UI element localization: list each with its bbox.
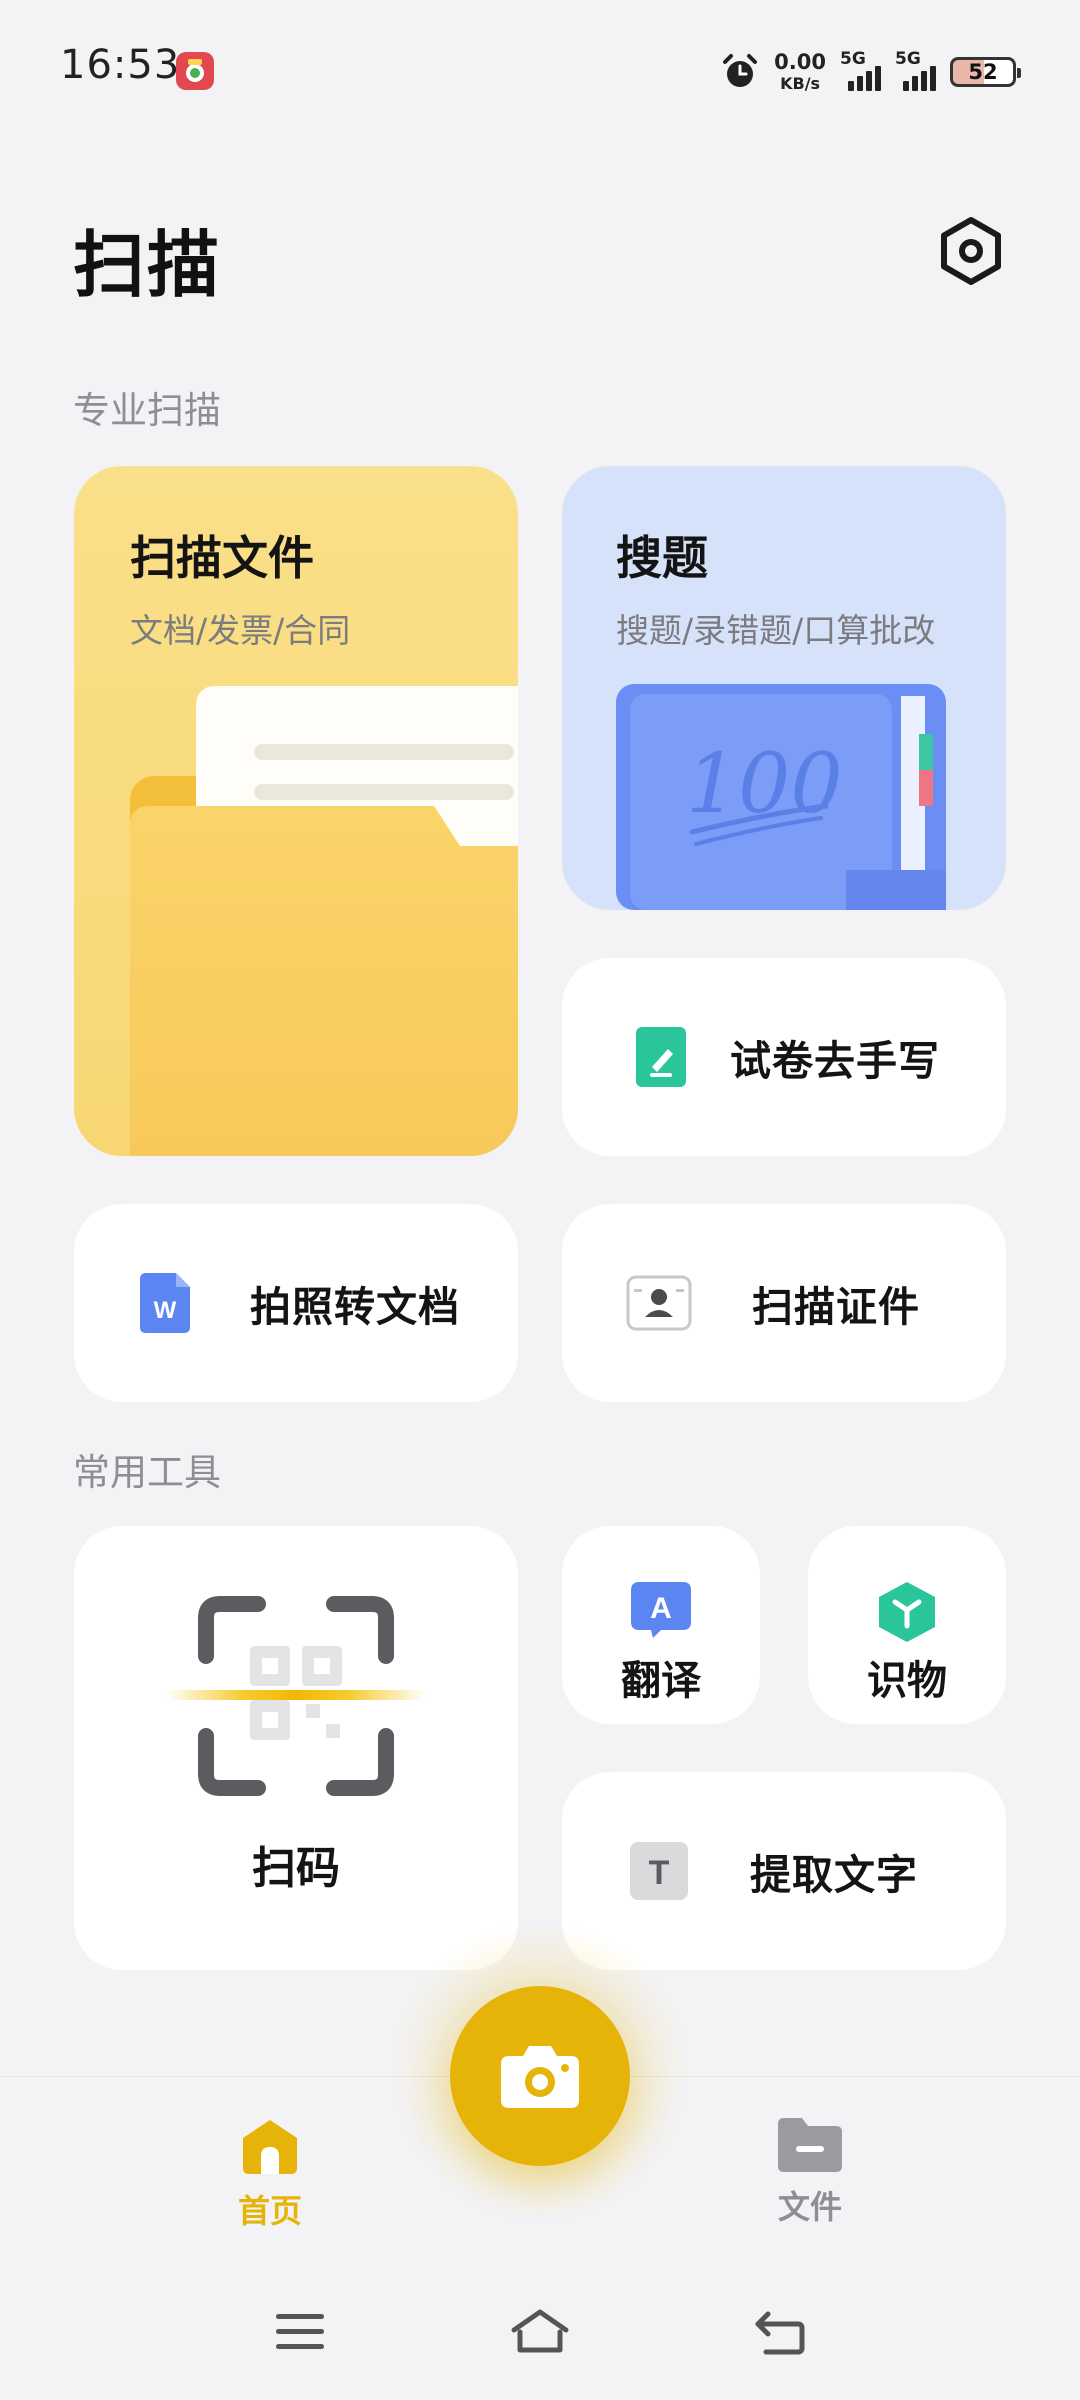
search-question-title: 搜题 — [616, 531, 708, 585]
search-question-subtitle: 搜题/录错题/口算批改 — [616, 611, 936, 650]
scan-code-card[interactable]: 扫码 — [74, 1526, 518, 1970]
cube-icon — [879, 1582, 935, 1642]
search-question-card[interactable]: 搜题 搜题/录错题/口算批改 100 — [562, 466, 1006, 910]
scan-document-subtitle: 文档/发票/合同 — [130, 611, 351, 650]
identify-object-card[interactable]: 识物 — [808, 1526, 1006, 1724]
camera-button[interactable] — [450, 1986, 630, 2166]
signal-2-label: 5G — [895, 49, 921, 69]
scan-document-card[interactable]: 扫描文件 文档/发票/合同 — [74, 466, 518, 1156]
page-title: 扫描 — [73, 223, 222, 307]
battery-level: 52 — [968, 60, 998, 84]
remove-handwriting-card[interactable]: 试卷去手写 — [562, 958, 1006, 1156]
signal-1-label: 5G — [840, 49, 866, 69]
nav-home-label: 首页 — [237, 2192, 302, 2230]
eraser-pen-icon — [636, 1027, 686, 1087]
status-time: 16:53 — [60, 42, 181, 88]
settings-button[interactable] — [940, 216, 1002, 286]
text-extract-icon: T — [630, 1842, 688, 1900]
scan-document-title: 扫描文件 — [130, 531, 314, 585]
photo-to-document-label: 拍照转文档 — [250, 1283, 460, 1331]
battery-icon: 52 — [950, 57, 1021, 87]
section-label-pro-scan: 专业扫描 — [73, 389, 221, 432]
word-document-icon: W — [140, 1273, 190, 1333]
home-icon — [243, 2120, 297, 2174]
settings-hexagon-icon — [941, 217, 1001, 285]
scan-code-label: 扫码 — [252, 1843, 340, 1894]
network-speed-value: 0.00 — [774, 50, 826, 74]
translate-label: 翻译 — [621, 1658, 701, 1704]
network-speed-unit: KB/s — [780, 74, 821, 93]
id-card-icon — [626, 1275, 692, 1331]
nav-files-label: 文件 — [777, 2188, 842, 2226]
word-icon-letter: W — [154, 1297, 177, 1324]
text-icon-letter: T — [649, 1854, 670, 1892]
extract-text-label: 提取文字 — [750, 1851, 918, 1899]
translate-card[interactable]: A 翻译 — [562, 1526, 760, 1724]
section-label-tools: 常用工具 — [73, 1451, 221, 1494]
status-indicators: 0.00 KB/s 5G 5G 52 — [720, 46, 1021, 98]
translate-icon-letter: A — [650, 1592, 672, 1625]
network-speed: 0.00 KB/s — [774, 52, 826, 92]
nav-home[interactable]: 首页 — [200, 2118, 340, 2232]
home-system-icon[interactable] — [510, 2308, 570, 2356]
folder-icon — [778, 2118, 842, 2172]
photo-to-document-card[interactable]: W 拍照转文档 — [74, 1204, 518, 1402]
menu-icon[interactable] — [276, 2312, 324, 2352]
signal-1-icon: 5G — [840, 49, 881, 91]
alarm-icon — [723, 54, 758, 87]
camera-icon — [501, 2046, 579, 2108]
folder-illustration-icon — [130, 686, 518, 1156]
scan-id-label: 扫描证件 — [752, 1283, 920, 1331]
notebook-100-illustration-icon: 100 — [616, 684, 946, 910]
extract-text-card[interactable]: T 提取文字 — [562, 1772, 1006, 1970]
remove-handwriting-label: 试卷去手写 — [730, 1037, 940, 1085]
translate-icon: A — [631, 1582, 691, 1638]
system-navigation-bar — [0, 2290, 1080, 2380]
qr-scan-icon — [166, 1596, 426, 1796]
signal-2-icon: 5G — [895, 49, 936, 91]
identify-object-label: 识物 — [867, 1658, 947, 1704]
back-icon[interactable] — [754, 2310, 806, 2356]
nav-files[interactable]: 文件 — [740, 2118, 880, 2228]
app-notification-icon — [176, 52, 214, 90]
scan-id-card[interactable]: 扫描证件 — [562, 1204, 1006, 1402]
